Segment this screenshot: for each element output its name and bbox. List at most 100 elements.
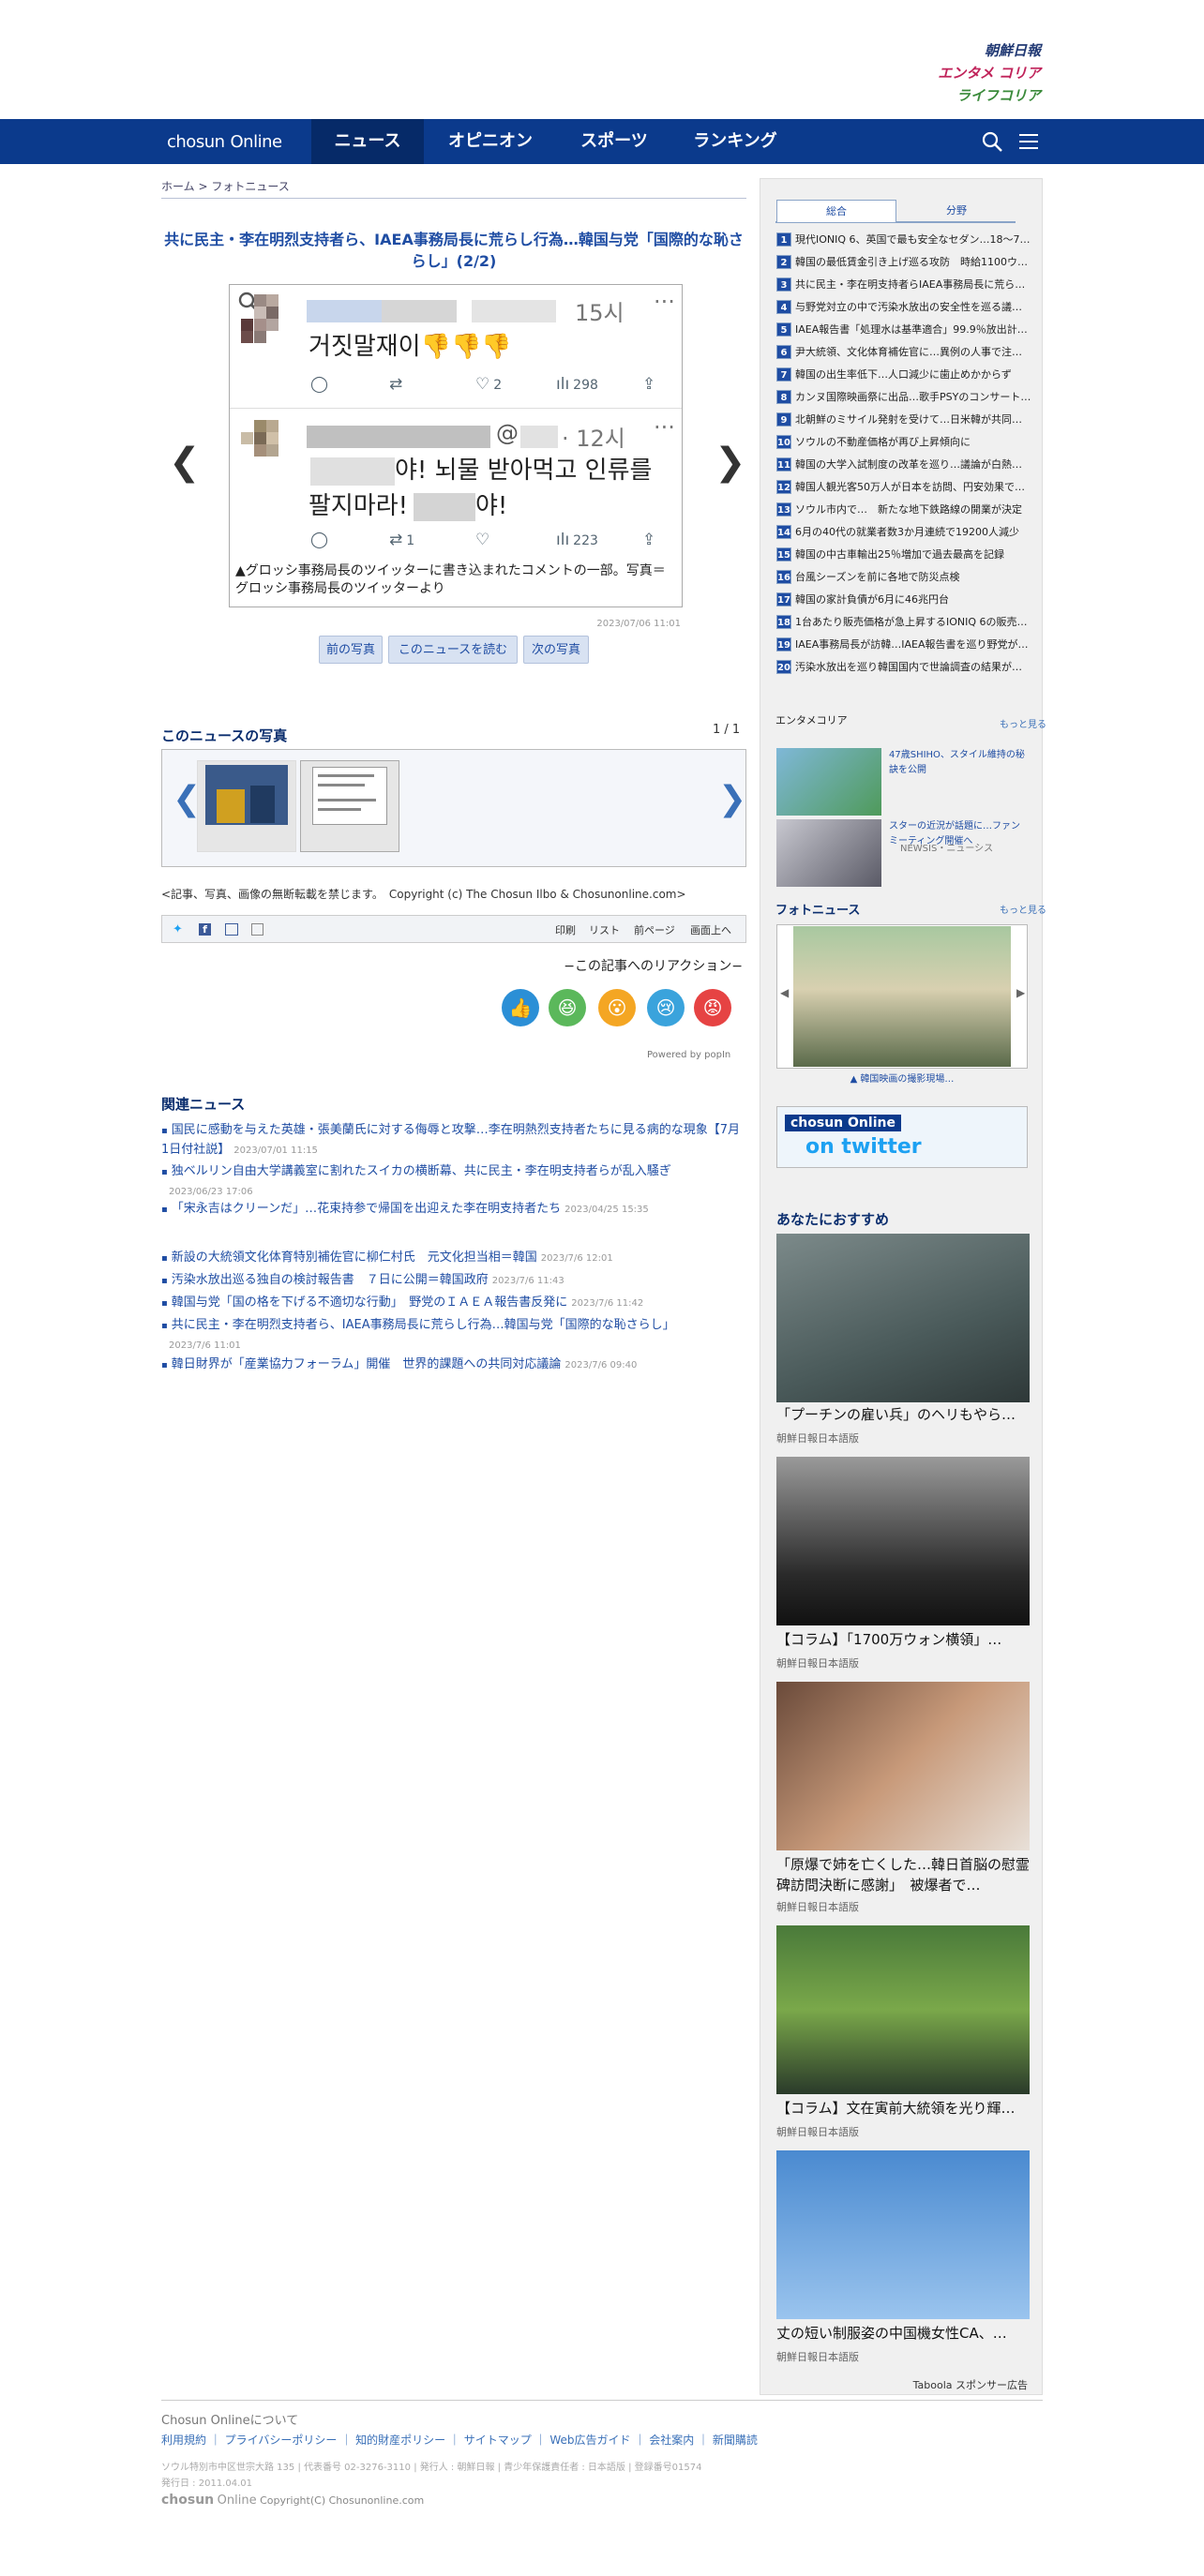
footer-link-ads[interactable]: Web広告ガイド <box>549 2434 630 2447</box>
prev-photo-button[interactable]: 前の写真 <box>319 636 383 664</box>
print-link[interactable]: 印刷 <box>555 922 576 937</box>
read-news-button[interactable]: このニュースを読む <box>388 636 518 664</box>
ranking-item[interactable]: 3共に民主・李在明支持者らIAEA事務局長に荒らし…韓国与党が批判 <box>776 277 1031 292</box>
related-news-item[interactable]: 国民に感動を与えた英雄・張美蘭氏に対する侮辱と攻撃…李在明熱烈支持者たちに見る病… <box>161 1121 743 1161</box>
mixi-share-icon[interactable] <box>225 923 238 936</box>
photo-news-more-link[interactable]: もっと見る <box>1000 902 1046 916</box>
photo-thumbnail[interactable] <box>300 760 399 852</box>
ranking-item[interactable]: 181台あたり販売価格が急上昇するIONIQ 6の販売3月…1位に2位と競合 <box>776 615 1031 630</box>
footer-link-terms[interactable]: 利用規約 <box>161 2434 206 2447</box>
ent-thumb-2[interactable] <box>776 819 881 887</box>
strip-next-arrow[interactable]: ❯ <box>718 780 746 818</box>
photo-thumbnail[interactable] <box>197 760 296 852</box>
latest-news-item[interactable]: 韓日財界が「産業協力フォーラム」開催 世界的課題への共同対応議論2023/7/6… <box>161 1355 743 1375</box>
ranking-item[interactable]: 1現代IONIQ 6、英国で最も安全なセダン…18～73位に選出 <box>776 232 1031 247</box>
photo-news-next-arrow[interactable]: ▶ <box>1016 986 1025 999</box>
latest-news-item[interactable]: 汚染水放出巡る独自の検討報告書 ７日に公開＝韓国政府2023/7/6 11:43 <box>161 1271 743 1291</box>
reaction-laugh-icon[interactable]: 😆 <box>549 989 586 1026</box>
next-photo-arrow[interactable]: ❯ <box>715 441 746 484</box>
photo-news-prev-arrow[interactable]: ◀ <box>780 986 789 999</box>
tab-overall[interactable]: 総合 <box>776 200 896 222</box>
nav-news[interactable]: ニュース <box>311 119 424 164</box>
ranking-item[interactable]: 13 ソウル市内で… 新たな地下鉄路線の開業が決定 <box>776 502 1031 517</box>
twitter-share-icon[interactable]: ✦ <box>173 922 183 936</box>
recommend-image-4[interactable] <box>776 1925 1030 2094</box>
prev-page-link[interactable]: 前ページ <box>634 922 675 937</box>
entame-korea-link[interactable]: エンタメ コリア <box>917 62 1041 84</box>
breadcrumb[interactable]: ホーム > フォトニュース <box>161 178 746 199</box>
reaction-surprise-icon[interactable]: 😮 <box>598 989 636 1026</box>
ranking-item[interactable]: 4 与野党対立の中で汚染水放出の安全性を巡る議論続く <box>776 300 1031 315</box>
recommend-image-3[interactable] <box>776 1682 1030 1850</box>
taboola-label[interactable]: Taboola スポンサー広告 <box>881 2377 1028 2392</box>
menu-icon[interactable] <box>1018 131 1039 152</box>
search-icon[interactable] <box>981 130 1003 153</box>
ranking-item[interactable]: 17 韓国の家計負債が6月に46兆円台 <box>776 592 1031 607</box>
latest-date: 2023/7/6 12:01 <box>540 1253 613 1264</box>
list-link[interactable]: リスト <box>589 922 620 937</box>
latest-title[interactable]: 韓国与党「国の格を下げる不適切な行動」 野党のＩＡＥＡ報告書反発に <box>172 1295 568 1310</box>
footer-link-subscribe[interactable]: 新聞購読 <box>713 2434 758 2447</box>
ranking-item[interactable]: 16 台風シーズンを前に各地で防災点検 <box>776 570 1031 585</box>
reaction-like-icon[interactable]: 👍 <box>502 989 539 1026</box>
nav-ranking[interactable]: ランキング <box>681 119 790 164</box>
recommend-title-3[interactable]: 「原爆で姉を亡くした…韓日首脳の慰霊碑訪問決断に感謝」 被爆者で… <box>776 1854 1030 1895</box>
footer-about[interactable]: Chosun Onlineについて <box>161 2410 1043 2428</box>
latest-news-item[interactable]: 韓国与党「国の格を下げる不適切な行動」 野党のＩＡＥＡ報告書反発に2023/7/… <box>161 1294 743 1313</box>
latest-title[interactable]: 韓日財界が「産業協力フォーラム」開催 世界的課題への共同対応議論 <box>172 1357 562 1371</box>
footer-link-company[interactable]: 会社案内 <box>649 2434 694 2447</box>
recommend-title-2[interactable]: 【コラム】「1700万ウォン横領」… <box>776 1629 1030 1650</box>
latest-news-item[interactable]: 新設の大統領文化体育特別補佐官に柳仁村氏 元文化担当相＝韓国2023/7/6 1… <box>161 1249 743 1268</box>
ranking-item[interactable]: 7 韓国の出生率低下…人口減少に歯止めかからず <box>776 367 1031 382</box>
ent-title-1[interactable]: 47歳SHIHO、スタイル維持の秘訣を公開 <box>889 748 1028 778</box>
bookmark-share-icon[interactable] <box>251 923 263 936</box>
related-news-item[interactable]: 「宋永吉はクリーンだ」…花束持参で帰国を出迎えた李在明支持者たち2023/04/… <box>161 1200 743 1220</box>
related-news-item[interactable]: 独ベルリン自由大学講義室に割れたスイカの横断幕、共に民主・李在明支持者らが乱入騒… <box>161 1162 743 1202</box>
entertainment-more-link[interactable]: もっと見る <box>1000 716 1046 730</box>
recommend-title-1[interactable]: 「プーチンの雇い兵」のヘリもやら… <box>776 1404 1030 1425</box>
photo-news-image[interactable] <box>793 926 1011 1067</box>
ranking-item[interactable]: 10 ソウルの不動産価格が再び上昇傾向に <box>776 435 1031 450</box>
latest-title[interactable]: 汚染水放出巡る独自の検討報告書 ７日に公開＝韓国政府 <box>172 1273 489 1287</box>
ent-thumb-1[interactable] <box>776 748 881 816</box>
ranking-item[interactable]: 14 6月の40代の就業者数3か月連続で19200人減少 <box>776 525 1031 540</box>
latest-news-item[interactable]: 共に民主・李在明烈支持者ら、IAEA事務局長に荒らし行為…韓国与党「国際的な恥さ… <box>161 1316 743 1355</box>
latest-title[interactable]: 共に民主・李在明烈支持者ら、IAEA事務局長に荒らし行為…韓国与党「国際的な恥さ… <box>172 1318 675 1332</box>
page-top-link[interactable]: 画面上へ <box>690 922 731 937</box>
footer-link-privacy[interactable]: プライバシーポリシー <box>225 2434 338 2447</box>
nav-opinion[interactable]: オピニオン <box>431 119 549 164</box>
footer-link-sitemap[interactable]: サイトマップ <box>464 2434 532 2447</box>
prev-photo-arrow[interactable]: ❮ <box>169 441 201 484</box>
footer-link-ip[interactable]: 知的財産ポリシー <box>355 2434 445 2447</box>
reaction-angry-icon[interactable]: 😡 <box>694 989 731 1026</box>
ranking-item[interactable]: 20 汚染水放出を巡り韓国国内で世論調査の結果が分かれる <box>776 660 1031 675</box>
ranking-item[interactable]: 8カンヌ国際映画祭に出品…歌手PSYのコンサートで熱中症患者 <box>776 390 1031 405</box>
photo-news-caption[interactable]: ▲ 韓国映画の撮影現場… <box>776 1072 1028 1087</box>
ranking-item[interactable]: 6尹大統領、文化体育補佐官に…異例の人事で注目集まる新設ポスト <box>776 345 1031 360</box>
nav-sports[interactable]: スポーツ <box>563 119 666 164</box>
recommend-image-2[interactable] <box>776 1457 1030 1625</box>
next-photo-button[interactable]: 次の写真 <box>523 636 589 664</box>
ranking-item[interactable]: 5IAEA報告書「処理水は基準適合」99.9％放出計画が国際基準を満たす <box>776 322 1031 337</box>
life-korea-link[interactable]: ライフコリア <box>917 84 1041 107</box>
recommend-title-5[interactable]: 丈の短い制服姿の中国機女性CA、… <box>776 2323 1030 2344</box>
facebook-share-icon[interactable]: f <box>199 923 211 936</box>
recommend-image-1[interactable] <box>776 1234 1030 1402</box>
ranking-item[interactable]: 9北朝鮮のミサイル発射を受けて…日米韓が共同対応を協議へ <box>776 412 1031 427</box>
twitter-banner[interactable]: chosun Online on twitter <box>776 1106 1028 1168</box>
tab-category[interactable]: 分野 <box>898 200 1015 222</box>
site-logo[interactable]: chosun Online <box>161 129 282 153</box>
ranking-item[interactable]: 12韓国人観光客50万人が日本を訪問、円安効果で旅行需要急増 <box>776 480 1031 495</box>
related-title[interactable]: 独ベルリン自由大学講義室に割れたスイカの横断幕、共に民主・李在明支持者らが乱入騒… <box>172 1164 671 1178</box>
recommend-title-4[interactable]: 【コラム】文在寅前大統領を光り輝… <box>776 2098 1030 2119</box>
chosun-ilbo-link[interactable]: 朝鮮日報 <box>917 39 1041 62</box>
popin-credit[interactable]: Powered by popIn <box>647 1050 730 1060</box>
related-title[interactable]: 「宋永吉はクリーンだ」…花束持参で帰国を出迎えた李在明支持者たち <box>172 1202 561 1216</box>
ranking-item[interactable]: 19IAEA事務局長が訪韓…IAEA報告書を巡り野党が強く反発 <box>776 637 1031 652</box>
ranking-item[interactable]: 2韓国の最低賃金引き上げ巡る攻防 時給1100ウォン上乗せ要求 <box>776 255 1031 270</box>
recommend-image-5[interactable] <box>776 2150 1030 2319</box>
ranking-item[interactable]: 15 韓国の中古車輸出25％増加で過去最高を記録 <box>776 547 1031 562</box>
ranking-item[interactable]: 11 韓国の大学入試制度の改革を巡り…議論が白熱する <box>776 457 1031 472</box>
latest-title[interactable]: 新設の大統領文化体育特別補佐官に柳仁村氏 元文化担当相＝韓国 <box>172 1251 537 1265</box>
reaction-sad-icon[interactable]: 😢 <box>647 989 685 1026</box>
